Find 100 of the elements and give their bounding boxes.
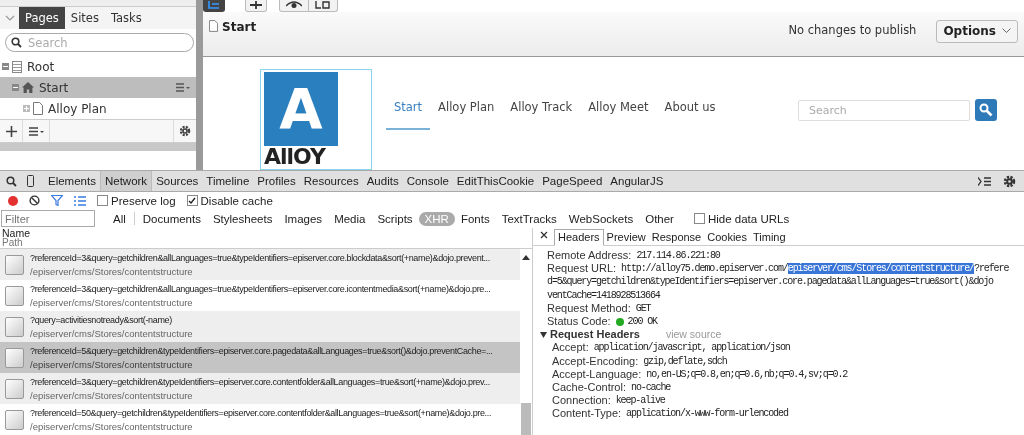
search-button[interactable]	[975, 99, 997, 121]
file-icon	[5, 378, 24, 399]
type-filter[interactable]: WebSockets	[562, 211, 640, 226]
disable-cache-checkbox[interactable]: Disable cache	[186, 194, 273, 207]
request-row[interactable]: ?query=activitiesnotready&sort(-name) /episerver/cms/Stores/contentstructure	[0, 311, 520, 342]
console-drawer-icon[interactable]	[978, 176, 991, 186]
detail-tab[interactable]: Cookies	[704, 230, 750, 245]
alloy-logo[interactable]: A AllOY	[260, 69, 372, 170]
devtools-tab[interactable]: Network	[99, 171, 153, 191]
nav-link[interactable]: Alloy Plan	[430, 97, 503, 130]
plus-icon	[5, 125, 17, 137]
panel-tab[interactable]: Tasks	[104, 7, 148, 29]
devtools-tab[interactable]: EditThisCookie	[452, 171, 539, 191]
add-button[interactable]	[245, 0, 267, 12]
request-path: /episerver/cms/Stores/contentstructure	[30, 388, 194, 402]
settings-icon[interactable]	[1003, 174, 1016, 188]
preserve-log-checkbox[interactable]: Preserve log	[97, 194, 176, 207]
panel-tab[interactable]: Pages	[19, 7, 65, 29]
tree-item[interactable]: Start	[0, 77, 196, 98]
type-filter[interactable]: Media	[328, 211, 372, 226]
devtools-tab[interactable]: AngularJS	[606, 171, 668, 191]
field-label: Remote Address:	[547, 249, 632, 263]
request-row[interactable]: ?referenceId=5&query=getchildren&typeIdentifiers=episerver.core.pagedata&allLanguages=true&sort()&dojo.preventCache=... /episerver/cms/Stores/contentstructure	[0, 342, 520, 373]
chevron-down-icon[interactable]	[5, 15, 15, 21]
detail-tab[interactable]: Preview	[603, 230, 649, 245]
devtools-tab[interactable]: Profiles	[253, 171, 300, 191]
disclosure-triangle-icon[interactable]	[540, 331, 547, 338]
nav-link[interactable]: About us	[656, 97, 724, 130]
expand-toggle-icon[interactable]	[23, 105, 30, 112]
header-value: no,en-US;q=0.8,en;q=0.6,nb;q=0.4,sv;q=0.2	[646, 367, 848, 382]
collapse-toggle-icon[interactable]	[12, 84, 19, 91]
scrollbar-thumb[interactable]	[521, 403, 531, 435]
collapse-toggle-icon[interactable]	[2, 63, 9, 70]
field-label: Status Code:	[547, 315, 611, 329]
compare-button[interactable]	[309, 0, 338, 12]
file-icon	[5, 409, 24, 430]
search-field[interactable]: Search	[5, 33, 194, 52]
type-filter[interactable]: TextTracks	[495, 211, 563, 226]
header-value: no-cache	[631, 381, 671, 395]
request-row[interactable]: ?referenceId=3&query=getchildren&typeIdentifiers=episerver.core.contentfolder&allLanguages=true&sort(+name)&dojo.prev... /episerver/cms/Stores/contentstructure	[0, 373, 520, 404]
compare-icon	[315, 0, 331, 9]
publish-status: No changes to publish	[788, 22, 917, 37]
search-icon[interactable]	[6, 175, 17, 187]
request-path: /episerver/cms/Stores/contentstructure	[30, 357, 194, 371]
options-button[interactable]: Options	[936, 19, 1018, 43]
list-view-icon[interactable]	[74, 195, 86, 206]
filter-field[interactable]: Filter	[1, 210, 95, 227]
devtools-tab[interactable]: Console	[402, 171, 453, 191]
home-icon	[22, 82, 34, 93]
nav-link[interactable]: Start	[386, 97, 431, 130]
url-value: ventCache=1418928513664	[547, 288, 660, 302]
column-subheader: Path	[2, 238, 23, 248]
tree-item[interactable]: Root	[0, 56, 196, 77]
header-name: Cache-Control:	[552, 381, 626, 395]
column-header[interactable]: Name	[2, 228, 532, 238]
tree-icon	[208, 0, 220, 9]
type-filter[interactable]: Images	[278, 211, 329, 226]
panel-tab[interactable]: Sites	[64, 7, 105, 29]
search-icon	[11, 37, 22, 48]
checkmark-icon	[188, 196, 197, 205]
field-value: 200 OK	[627, 315, 657, 329]
request-row[interactable]: ?referenceId=3&query=getchildren&allLanguages=true&typeIdentifiers=episerver.core.blockdata&sort(+name)&dojo.prevent... /episerver/cms/Stores/contentstructure	[0, 249, 520, 280]
mobile-device-icon[interactable]	[27, 175, 34, 187]
chevron-down-icon	[1002, 28, 1011, 33]
devtools-tab[interactable]: Resources	[299, 171, 363, 191]
list-page-icon	[12, 60, 22, 73]
request-path: /episerver/cms/Stores/contentstructure	[30, 295, 194, 309]
preview-button[interactable]	[279, 0, 309, 12]
field-label: Request Method:	[547, 301, 631, 315]
nav-link[interactable]: Alloy Track	[502, 97, 581, 130]
close-icon[interactable]	[540, 231, 548, 239]
clear-icon[interactable]	[29, 195, 40, 206]
detail-tab[interactable]: Timing	[750, 230, 789, 245]
type-filter[interactable]: Fonts	[454, 211, 496, 226]
tree-item[interactable]: Alloy Plan	[0, 98, 196, 119]
devtools-tab[interactable]: Sources	[152, 171, 203, 191]
request-path: /episerver/cms/Stores/contentstructure	[30, 264, 194, 278]
header-name: Accept:	[552, 341, 589, 355]
detail-tab[interactable]: Response	[648, 230, 705, 245]
record-button[interactable]	[8, 195, 18, 206]
scroll-up-icon[interactable]	[522, 255, 530, 260]
field-value: 217.114.86.221:80	[636, 249, 720, 263]
devtools-tab[interactable]: Audits	[362, 171, 403, 191]
hide-data-urls-checkbox[interactable]: Hide data URLs	[693, 212, 790, 225]
devtools-tab[interactable]: Elements	[44, 171, 100, 191]
nav-link[interactable]: Alloy Meet	[580, 97, 657, 130]
tree-view-button[interactable]	[203, 0, 225, 12]
url-value: d=5&query=getchildren&typeIdentifiers=episerver.core.pagedata&allLanguages=true&sort()&dojo	[547, 275, 993, 289]
detail-tab[interactable]: Headers	[554, 229, 604, 246]
type-filter[interactable]: Scripts	[371, 211, 419, 226]
context-menu-icon[interactable]	[176, 83, 190, 92]
type-filter[interactable]: Stylesheets	[206, 211, 279, 226]
filter-icon[interactable]	[51, 195, 63, 206]
type-filter[interactable]: Documents	[136, 211, 207, 226]
header-name: Accept-Language:	[552, 367, 642, 382]
devtools-tab[interactable]: PageSpeed	[538, 171, 607, 191]
type-filter[interactable]: Other	[639, 211, 680, 226]
devtools-tab[interactable]: Timeline	[202, 171, 254, 191]
type-filter[interactable]: All	[107, 211, 132, 226]
page-title: Start	[222, 19, 257, 34]
